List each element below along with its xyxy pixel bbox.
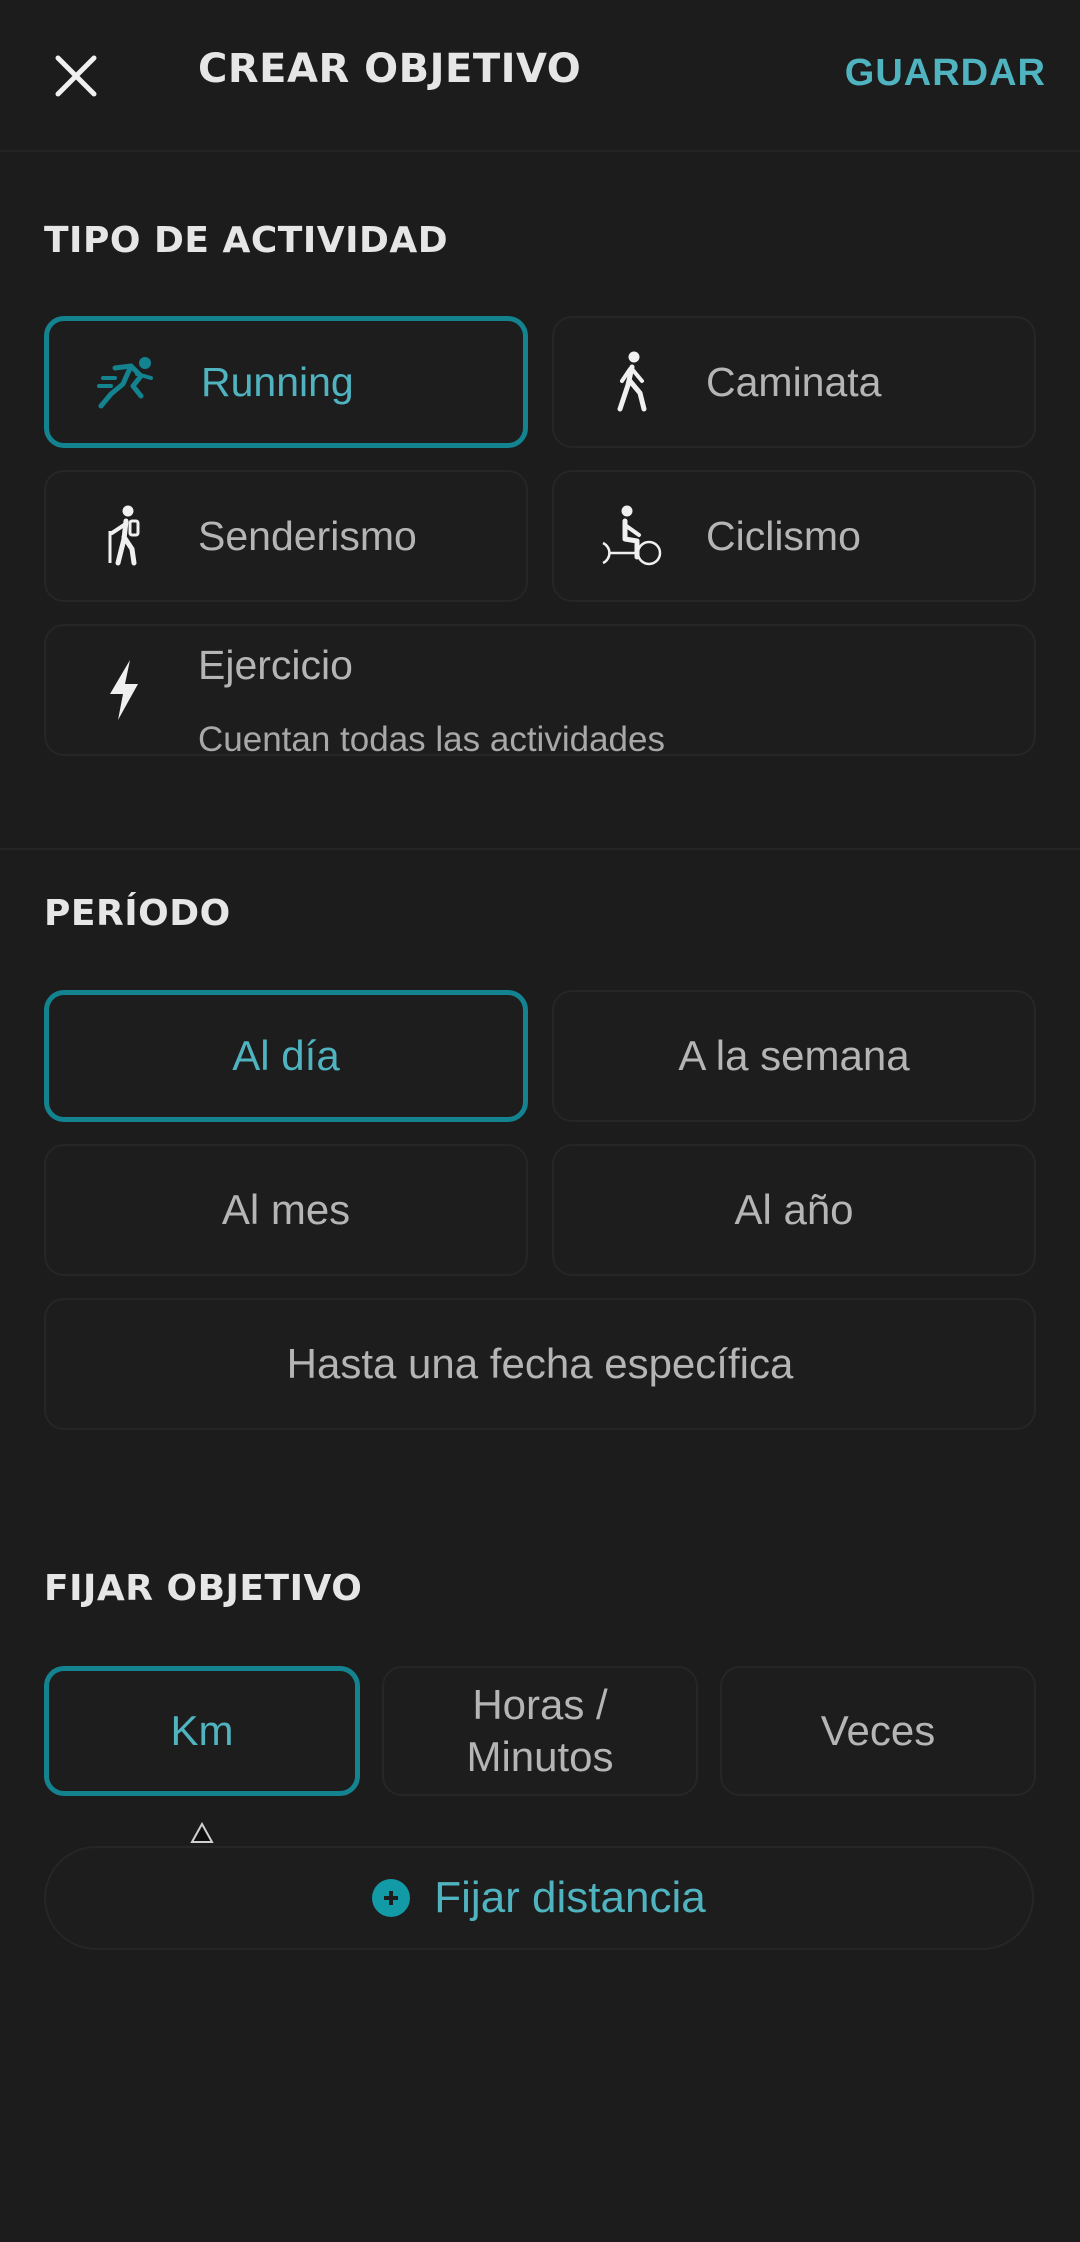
- activity-label-hiking: Senderismo: [198, 512, 417, 559]
- section-divider: [0, 848, 1080, 850]
- caret-up-icon: [190, 1822, 214, 1843]
- period-option-monthly[interactable]: Al mes: [44, 1144, 528, 1276]
- close-button[interactable]: [38, 38, 114, 114]
- lightning-icon: [92, 655, 156, 725]
- running-icon: [95, 347, 159, 417]
- goal-unit-label-times: Veces: [820, 1707, 936, 1754]
- period-label-yearly: Al año: [734, 1186, 854, 1233]
- walking-icon: [600, 347, 664, 417]
- period-option-yearly[interactable]: Al año: [552, 1144, 1036, 1276]
- activity-option-hiking[interactable]: Senderismo: [44, 470, 528, 602]
- activity-label-walking: Caminata: [706, 358, 882, 405]
- activity-option-walking[interactable]: Caminata: [552, 316, 1036, 448]
- hiking-icon: [92, 501, 156, 571]
- period-option-daily[interactable]: Al día: [44, 990, 528, 1122]
- goal-unit-km[interactable]: Km: [44, 1666, 360, 1796]
- activity-option-running[interactable]: Running: [44, 316, 528, 448]
- cycling-icon: [600, 501, 664, 571]
- period-option-weekly[interactable]: A la semana: [552, 990, 1036, 1122]
- activity-label-exercise: Ejercicio: [198, 642, 353, 688]
- period-label-monthly: Al mes: [221, 1186, 351, 1233]
- top-app-bar: CREAR OBJETIVO GUARDAR: [0, 0, 1080, 152]
- close-icon: [55, 55, 97, 97]
- activity-type-heading: TIPO DE ACTIVIDAD: [44, 220, 449, 261]
- set-distance-button[interactable]: Fijar distancia: [44, 1846, 1034, 1950]
- activity-option-cycling[interactable]: Ciclismo: [552, 470, 1036, 602]
- period-label-specific-date: Hasta una fecha específica: [286, 1340, 794, 1387]
- save-button[interactable]: GUARDAR: [845, 52, 1046, 95]
- activity-label-cycling: Ciclismo: [706, 512, 861, 559]
- create-goal-screen: CREAR OBJETIVO GUARDAR TIPO DE ACTIVIDAD…: [0, 0, 1080, 2242]
- page-title: CREAR OBJETIVO: [198, 46, 582, 92]
- period-label-weekly: A la semana: [678, 1032, 910, 1079]
- goal-unit-times[interactable]: Veces: [720, 1666, 1036, 1796]
- set-goal-heading: FIJAR OBJETIVO: [44, 1568, 363, 1609]
- period-label-daily: Al día: [232, 1032, 340, 1079]
- activity-label-running: Running: [201, 358, 354, 405]
- goal-unit-label-hours-minutes: Horas / Minutos: [466, 1681, 614, 1780]
- plus-circle-icon: [372, 1879, 411, 1917]
- period-heading: PERÍODO: [44, 893, 231, 934]
- activity-sublabel-exercise: Cuentan todas las actividades: [198, 720, 665, 759]
- set-distance-label: Fijar distancia: [434, 1873, 706, 1922]
- period-option-specific-date[interactable]: Hasta una fecha específica: [44, 1298, 1036, 1430]
- goal-unit-label-km: Km: [170, 1707, 234, 1754]
- activity-option-exercise[interactable]: Ejercicio Cuentan todas las actividades: [44, 624, 1036, 759]
- goal-unit-hours-minutes[interactable]: Horas / Minutos: [382, 1666, 698, 1796]
